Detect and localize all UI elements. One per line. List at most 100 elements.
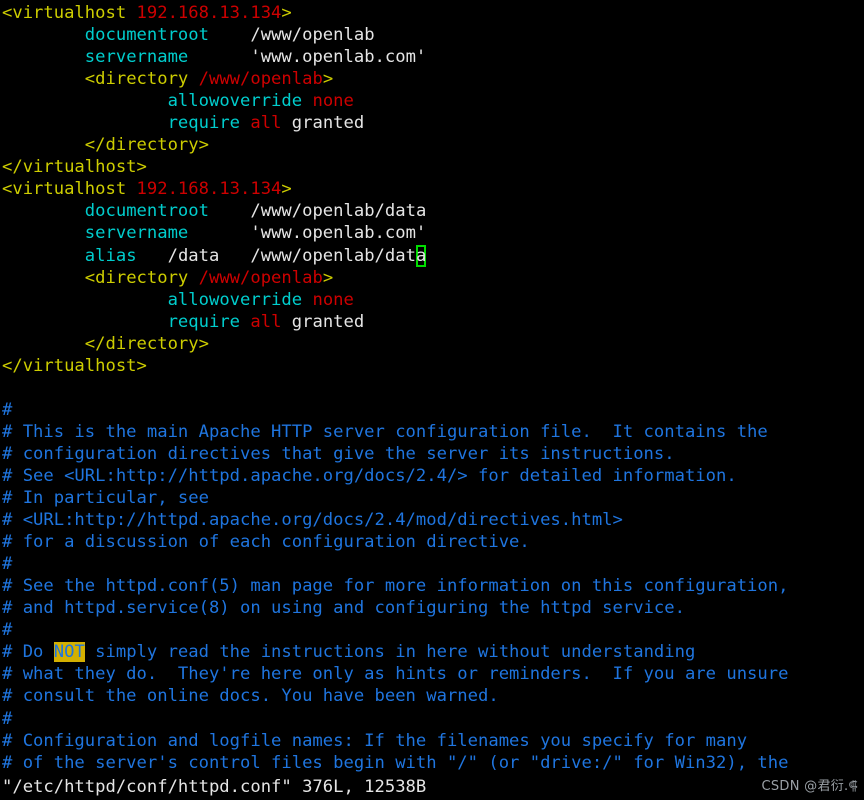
code-token: > [322, 267, 334, 288]
buffer-line[interactable]: # [2, 399, 864, 421]
code-token: 'www.openlab.com' [188, 223, 427, 244]
buffer-line[interactable]: </directory> [2, 134, 864, 156]
vim-text-buffer[interactable]: <virtualhost 192.168.13.134> documentroo… [2, 2, 864, 774]
search-match-highlight: NOT [53, 642, 85, 663]
code-token: all [250, 311, 282, 332]
buffer-line[interactable]: # In particular, see [2, 487, 864, 509]
code-token: </directory> [84, 333, 209, 354]
code-token: require [167, 311, 241, 332]
buffer-line[interactable]: require all granted [2, 311, 864, 333]
code-token: /www/openlab [208, 25, 375, 46]
buffer-line[interactable]: # [2, 553, 864, 575]
buffer-line[interactable]: # [2, 708, 864, 730]
code-token: # Do [2, 642, 54, 663]
code-token: /data /www/openlab/dat [136, 245, 416, 266]
code-token: # [2, 399, 13, 420]
buffer-line[interactable]: <virtualhost 192.168.13.134> [2, 178, 864, 200]
buffer-line[interactable]: # configuration directives that give the… [2, 443, 864, 465]
code-token: /www/openlab/data [208, 201, 427, 222]
code-token: 192.168.13.134 [136, 3, 282, 23]
code-token: <virtualhost [2, 179, 137, 200]
vim-status-line: "/etc/httpd/conf/httpd.conf" 376L, 12538… [2, 776, 427, 797]
buffer-line[interactable] [2, 377, 864, 399]
code-token: </virtualhost> [2, 157, 147, 178]
code-token: </directory> [84, 135, 209, 156]
buffer-line[interactable]: # [2, 619, 864, 641]
buffer-line[interactable]: servername 'www.openlab.com' [2, 222, 864, 244]
buffer-line[interactable]: # for a discussion of each configuration… [2, 531, 864, 553]
code-token: # and httpd.service(8) on using and conf… [2, 598, 685, 619]
buffer-line[interactable]: servername 'www.openlab.com' [2, 46, 864, 68]
buffer-line[interactable]: # consult the online docs. You have been… [2, 685, 864, 707]
buffer-line[interactable]: # Do NOT simply read the instructions in… [2, 641, 864, 663]
code-token: none [312, 91, 354, 112]
buffer-line[interactable]: # Configuration and logfile names: If th… [2, 730, 864, 752]
buffer-line[interactable]: # of the server's control files begin wi… [2, 752, 864, 774]
terminal-window[interactable]: <virtualhost 192.168.13.134> documentroo… [0, 0, 864, 800]
code-token: </virtualhost> [2, 355, 147, 376]
code-token: <directory [84, 267, 199, 288]
code-token: # In particular, see [2, 488, 209, 509]
code-token: require [167, 113, 241, 134]
buffer-line[interactable]: documentroot /www/openlab [2, 24, 864, 46]
code-token: # <URL:http://httpd.apache.org/docs/2.4/… [2, 510, 623, 531]
buffer-line[interactable]: # See the httpd.conf(5) man page for mor… [2, 575, 864, 597]
buffer-line[interactable]: </virtualhost> [2, 156, 864, 178]
code-token: # See <URL:http://httpd.apache.org/docs/… [2, 465, 737, 486]
code-token: <directory [84, 69, 199, 90]
buffer-line[interactable]: allowoverride none [2, 289, 864, 311]
code-token: allowoverride [167, 91, 303, 112]
buffer-line[interactable]: # what they do. They're here only as hin… [2, 663, 864, 685]
code-token: /www/openlab [198, 69, 323, 90]
buffer-line[interactable]: <directory /www/openlab> [2, 267, 864, 289]
code-token: > [281, 179, 292, 200]
buffer-line[interactable]: # and httpd.service(8) on using and conf… [2, 597, 864, 619]
code-token: servername [84, 47, 189, 68]
buffer-line[interactable]: documentroot /www/openlab/data [2, 200, 864, 222]
code-token: # consult the online docs. You have been… [2, 686, 499, 707]
code-token: # of the server's control files begin wi… [2, 752, 789, 773]
code-token: /www/openlab [198, 267, 323, 288]
buffer-line[interactable]: require all granted [2, 112, 864, 134]
code-token: documentroot [84, 201, 209, 222]
code-token: granted [281, 311, 365, 332]
code-token: # configuration directives that give the… [2, 443, 675, 464]
code-token: none [312, 289, 354, 310]
buffer-line[interactable]: alias /data /www/openlab/data [2, 245, 864, 267]
code-token: > [281, 3, 292, 23]
buffer-line[interactable]: <virtualhost 192.168.13.134> [2, 2, 864, 24]
buffer-line[interactable]: # See <URL:http://httpd.apache.org/docs/… [2, 465, 864, 487]
buffer-line[interactable]: # <URL:http://httpd.apache.org/docs/2.4/… [2, 509, 864, 531]
code-token: <virtualhost [2, 3, 137, 23]
code-token: # [2, 708, 13, 729]
buffer-line[interactable]: allowoverride none [2, 90, 864, 112]
code-token: allowoverride [167, 289, 303, 310]
code-token: # for a discussion of each configuration… [2, 532, 530, 553]
code-token: alias [84, 245, 137, 266]
code-token: granted [281, 113, 365, 134]
text-cursor: a [415, 245, 427, 266]
code-token: # [2, 554, 13, 575]
buffer-line[interactable]: <directory /www/openlab> [2, 68, 864, 90]
code-token: simply read the instructions in here wit… [84, 642, 696, 663]
code-token: all [250, 113, 282, 134]
code-token: 'www.openlab.com' [188, 47, 427, 68]
code-token: 192.168.13.134 [136, 179, 282, 200]
buffer-line[interactable]: # This is the main Apache HTTP server co… [2, 421, 864, 443]
csdn-watermark: CSDN @君衍.⸿ [761, 778, 858, 794]
buffer-line[interactable]: </virtualhost> [2, 355, 864, 377]
buffer-line[interactable]: </directory> [2, 333, 864, 355]
